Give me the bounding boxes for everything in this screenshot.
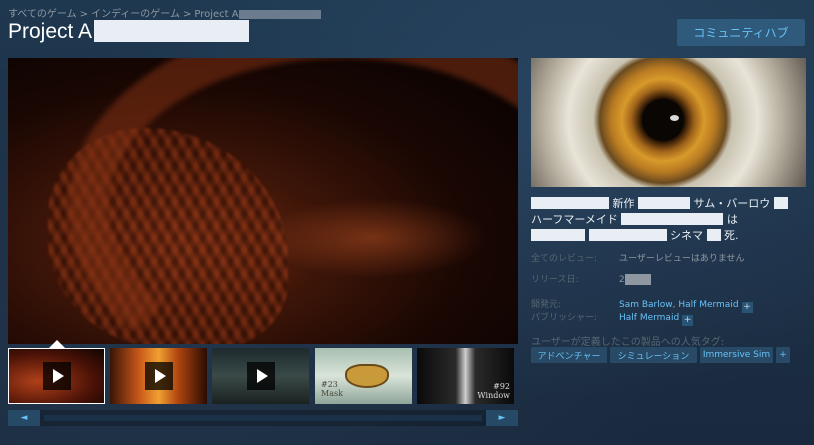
redaction-block bbox=[238, 9, 321, 19]
redaction-block bbox=[638, 197, 690, 209]
selected-thumbnail-indicator bbox=[49, 340, 65, 348]
redaction-block bbox=[94, 20, 250, 42]
developer-link-2[interactable]: Half Mermaid bbox=[678, 300, 738, 310]
redaction-block bbox=[706, 229, 721, 241]
thumbnail-video-1[interactable] bbox=[8, 348, 105, 404]
scrollbar-thumb[interactable] bbox=[44, 415, 482, 421]
tag-simulation[interactable]: シミュレーション bbox=[610, 347, 697, 363]
thumbnail-scrollbar[interactable]: ◄ ► bbox=[8, 410, 518, 426]
game-description: 新作 サム・バーロウ ハーフマーメイド は シネマ 死. bbox=[531, 196, 806, 244]
tag-adventure[interactable]: アドベンチャー bbox=[531, 347, 607, 363]
play-icon bbox=[42, 362, 71, 390]
tags-title: ユーザーが定義したこの製品への人気タグ: bbox=[531, 337, 725, 348]
release-row: リリース日: 2 bbox=[531, 272, 651, 285]
play-icon bbox=[144, 362, 173, 390]
reviews-row: 全てのレビュー: ユーザーレビューはありません bbox=[531, 251, 745, 264]
developer-link-1[interactable]: Sam Barlow bbox=[619, 300, 673, 310]
publisher-label: パブリッシャー: bbox=[531, 313, 598, 323]
add-tag-button[interactable]: + bbox=[776, 347, 790, 363]
reviews-value: ユーザーレビューはありません bbox=[619, 254, 745, 264]
breadcrumb-separator: > bbox=[79, 9, 88, 20]
breadcrumb-indie-games[interactable]: インディーのゲーム bbox=[91, 5, 180, 20]
developer-label: 開発元: bbox=[531, 300, 562, 310]
play-icon bbox=[246, 362, 275, 390]
thumbnail-video-2[interactable] bbox=[110, 348, 207, 404]
eye-highlight bbox=[670, 115, 679, 121]
redaction-block bbox=[531, 229, 585, 241]
thumbnail-caption: #23 Mask bbox=[321, 380, 343, 398]
breadcrumb-separator: > bbox=[183, 9, 192, 20]
publisher-link[interactable]: Half Mermaid bbox=[619, 313, 679, 323]
video-frame-glow bbox=[258, 198, 488, 278]
redaction-block bbox=[621, 213, 724, 225]
redaction-block bbox=[531, 197, 609, 209]
thumbnail-video-3[interactable] bbox=[212, 348, 309, 404]
thumbnail-caption: #92 Window bbox=[477, 382, 510, 400]
follow-publisher-button[interactable]: + bbox=[682, 315, 694, 326]
main-video-player[interactable] bbox=[8, 58, 518, 344]
venetian-mask-art bbox=[345, 364, 389, 388]
page-title-row: Project A bbox=[8, 20, 250, 44]
scroll-right-button[interactable]: ► bbox=[486, 410, 518, 426]
thumbnail-screenshot-window[interactable]: #92 Window bbox=[417, 348, 514, 404]
redaction-block bbox=[588, 229, 667, 241]
release-label: リリース日: bbox=[531, 275, 579, 285]
breadcrumb: すべてのゲーム > インディーのゲーム > Project A bbox=[8, 5, 321, 20]
breadcrumb-current-game[interactable]: Project A bbox=[194, 9, 238, 20]
community-hub-button[interactable]: コミュニティハブ bbox=[677, 19, 805, 46]
game-header-image bbox=[531, 58, 806, 187]
thumbnail-screenshot-mask[interactable]: #23 Mask bbox=[315, 348, 412, 404]
follow-developer-button[interactable]: + bbox=[741, 302, 753, 313]
video-frame-arch bbox=[68, 58, 518, 344]
developer-separator: , bbox=[672, 300, 676, 310]
media-thumbnail-strip: #23 Mask #92 Window bbox=[8, 348, 518, 406]
reviews-label: 全てのレビュー: bbox=[531, 254, 598, 264]
redaction-block bbox=[624, 274, 651, 285]
breadcrumb-all-games[interactable]: すべてのゲーム bbox=[8, 5, 77, 20]
publisher-row: パブリッシャー: Half Mermaid + bbox=[531, 310, 694, 326]
page-title: Project A bbox=[8, 20, 93, 43]
redaction-block bbox=[773, 197, 788, 209]
scroll-left-button[interactable]: ◄ bbox=[8, 410, 40, 426]
tag-immersive-sim[interactable]: Immersive Sim bbox=[700, 347, 773, 363]
